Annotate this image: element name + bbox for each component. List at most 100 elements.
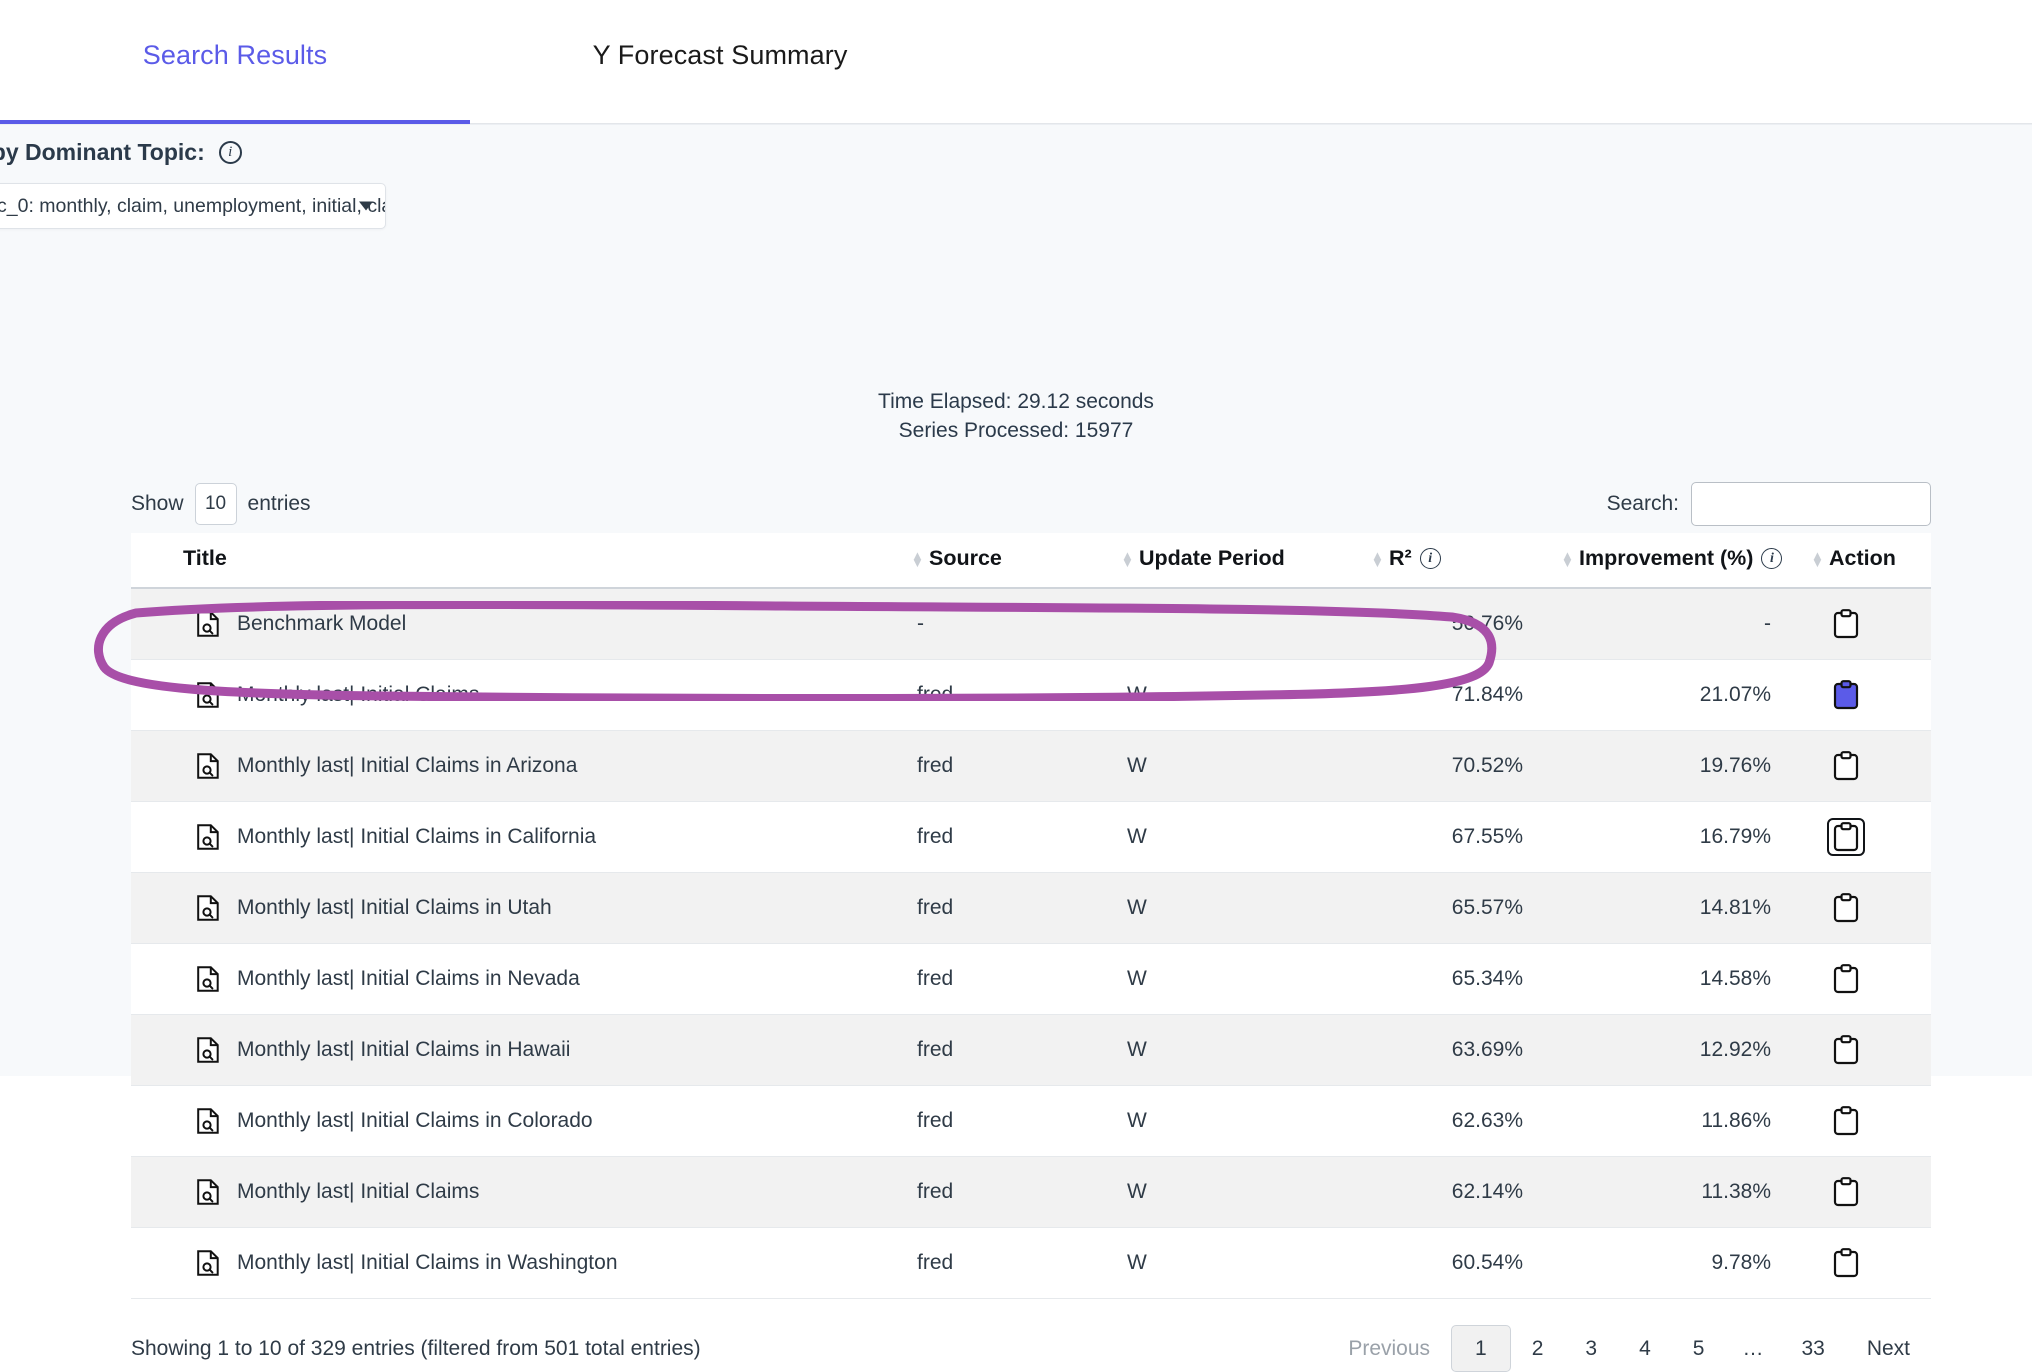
cell-r2: 65.34% — [1371, 943, 1561, 1015]
results-table-head: Title ▲ ▼ Source ▲ ▼ Update Period ▲ ▼ R… — [131, 533, 1931, 589]
tab-bar: Search Results Y Forecast Summary — [0, 0, 2032, 124]
table-row[interactable]: Monthly last| Initial Claims in Utah fred… — [131, 872, 1931, 944]
dominant-topic-select-value: opic_0: monthly, claim, unemployment, in… — [0, 194, 385, 217]
search-input[interactable] — [1691, 482, 1931, 526]
cell-source: fred — [911, 1014, 1121, 1086]
row-improvement-label: 14.81% — [1699, 896, 1771, 919]
table-row[interactable]: Monthly last| Initial Claims in Arizona f… — [131, 730, 1931, 802]
pagination-button-: … — [1742, 1337, 1764, 1360]
page-length-select[interactable]: 10 — [194, 483, 237, 525]
row-r2-label: 65.34% — [1451, 967, 1523, 990]
dominant-topic-filter: ter by Dominant Topic: i opic_0: monthly… — [0, 139, 386, 229]
copy-to-clipboard-button[interactable] — [1829, 607, 1863, 641]
sort-arrows-icon: ▲ ▼ — [1561, 547, 1574, 570]
dominant-topic-select[interactable]: opic_0: monthly, claim, unemployment, in… — [0, 183, 386, 229]
pagination-button-1[interactable]: 1 — [1451, 1325, 1511, 1372]
table-row[interactable]: Monthly last| Initial Claims in Washingt… — [131, 1227, 1931, 1299]
tab-search-results[interactable]: Search Results — [0, 0, 470, 124]
cell-update-period: W — [1121, 943, 1371, 1015]
copy-to-clipboard-button[interactable] — [1829, 962, 1863, 996]
page-length-value: 10 — [204, 493, 227, 514]
cell-r2: 62.63% — [1371, 1085, 1561, 1157]
row-title-label: Monthly last| Initial Claims in Nevada — [237, 967, 580, 990]
table-row[interactable]: Monthly last| Initial Claims in Californ… — [131, 801, 1931, 873]
clipboard-icon — [1833, 751, 1859, 781]
results-table-body: Benchmark Model - 50.76% - Monthly last| Ini… — [131, 588, 1931, 1299]
copy-to-clipboard-button[interactable] — [1829, 1104, 1863, 1138]
pagination-button-2[interactable]: 2 — [1511, 1328, 1565, 1369]
row-source-label: fred — [917, 825, 954, 848]
clipboard-icon — [1833, 1106, 1859, 1136]
copy-to-clipboard-button[interactable] — [1829, 678, 1863, 712]
improvement-info-icon[interactable]: i — [1761, 548, 1783, 569]
cell-improvement: 9.78% — [1561, 1227, 1811, 1299]
cell-r2: 60.54% — [1371, 1227, 1561, 1299]
row-source-label: fred — [917, 1251, 954, 1274]
cell-source: fred — [911, 801, 1121, 873]
cell-action — [1811, 943, 1931, 1015]
time-elapsed-text: Time Elapsed: 29.12 seconds — [878, 390, 1154, 413]
table-row[interactable]: Monthly last| Initial Claims in Colorado… — [131, 1085, 1931, 1157]
tab-y-forecast-summary[interactable]: Y Forecast Summary — [470, 0, 970, 124]
copy-to-clipboard-button[interactable] — [1829, 1246, 1863, 1280]
file-search-icon — [197, 1037, 219, 1063]
clipboard-icon — [1833, 609, 1859, 639]
cell-source: fred — [911, 1227, 1121, 1299]
page-length-control: Show 10 entries — [131, 483, 311, 525]
show-label: Show — [131, 492, 184, 515]
row-source-label: fred — [917, 967, 954, 990]
row-title-label: Benchmark Model — [237, 612, 407, 635]
row-source-label: fred — [917, 754, 954, 777]
copy-to-clipboard-button[interactable] — [1829, 749, 1863, 783]
cell-title: Monthly last| Initial Claims in Utah — [131, 872, 911, 944]
column-header-update-period[interactable]: ▲ ▼ Update Period — [1121, 533, 1371, 589]
cell-r2: 67.55% — [1371, 801, 1561, 873]
table-row[interactable]: Monthly last| Initial Claims in Hawaii fr… — [131, 1014, 1931, 1086]
row-source-label: fred — [917, 1038, 954, 1061]
cell-source: - — [911, 588, 1121, 660]
pagination-button-previous[interactable]: Previous — [1327, 1328, 1451, 1369]
column-header-r2[interactable]: ▲ ▼ R² i — [1371, 533, 1561, 589]
cell-action — [1811, 801, 1931, 873]
pagination-button-33[interactable]: 33 — [1780, 1328, 1845, 1369]
copy-to-clipboard-button[interactable] — [1829, 1175, 1863, 1209]
clipboard-icon — [1833, 1248, 1859, 1278]
cell-improvement: 16.79% — [1561, 801, 1811, 873]
cell-improvement: 21.07% — [1561, 659, 1811, 731]
table-row[interactable]: Benchmark Model - 50.76% - — [131, 588, 1931, 660]
cell-title: Monthly last| Initial Claims in Nevada — [131, 943, 911, 1015]
cell-r2: 63.69% — [1371, 1014, 1561, 1086]
cell-action — [1811, 659, 1931, 731]
file-search-icon — [197, 1250, 219, 1276]
table-row[interactable]: Monthly last| Initial Claims fred W 71.84% 2… — [131, 659, 1931, 731]
cell-action — [1811, 1156, 1931, 1228]
dominant-topic-filter-label: ter by Dominant Topic: — [0, 139, 205, 165]
row-title-label: Monthly last| Initial Claims in Utah — [237, 896, 552, 919]
column-header-title-label: Title — [183, 546, 227, 570]
pagination-button-5[interactable]: 5 — [1672, 1328, 1726, 1369]
cell-update-period: W — [1121, 1014, 1371, 1086]
pagination-button-3[interactable]: 3 — [1564, 1328, 1618, 1369]
copy-to-clipboard-button[interactable] — [1827, 818, 1865, 856]
row-improvement-label: - — [1764, 612, 1771, 635]
row-title-label: Monthly last| Initial Claims in Hawaii — [237, 1038, 571, 1061]
cell-improvement: 14.58% — [1561, 943, 1811, 1015]
info-icon[interactable]: i — [218, 141, 242, 164]
table-row[interactable]: Monthly last| Initial Claims in Nevada fr… — [131, 943, 1931, 1015]
copy-to-clipboard-button[interactable] — [1829, 1033, 1863, 1067]
table-row[interactable]: Monthly last| Initial Claims fred W 62.14% 1… — [131, 1156, 1931, 1228]
column-header-title[interactable]: Title — [131, 533, 911, 589]
column-header-source[interactable]: ▲ ▼ Source — [911, 533, 1121, 589]
row-r2-label: 50.76% — [1451, 612, 1523, 635]
copy-to-clipboard-button[interactable] — [1829, 891, 1863, 925]
search-label: Search: — [1606, 492, 1679, 515]
file-search-icon — [197, 966, 219, 992]
row-improvement-label: 14.58% — [1699, 967, 1771, 990]
row-r2-label: 60.54% — [1451, 1251, 1523, 1274]
pagination-button-4[interactable]: 4 — [1618, 1328, 1672, 1369]
cell-source: fred — [911, 943, 1121, 1015]
column-header-improvement[interactable]: ▲ ▼ Improvement (%) i — [1561, 533, 1811, 589]
pagination-button-next[interactable]: Next — [1846, 1328, 1931, 1369]
r2-info-icon[interactable]: i — [1419, 548, 1441, 569]
row-r2-label: 67.55% — [1451, 825, 1523, 848]
